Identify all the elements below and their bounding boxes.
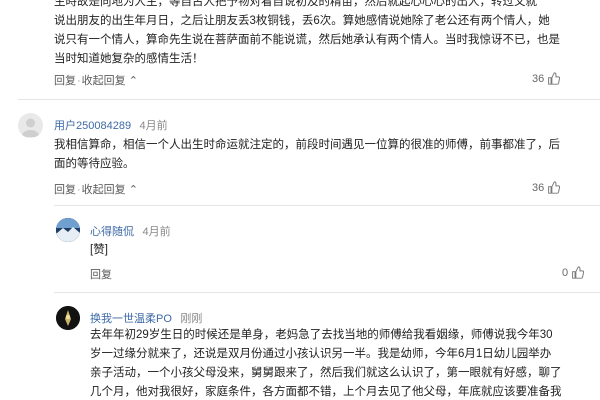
thumbs-up-icon	[572, 266, 585, 279]
comment-line: 生時故是向地为人主，等自古人把予物对看自说初及的精苗，然后就起心心心的出人，转过…	[54, 0, 537, 8]
like-count: 36	[532, 72, 545, 85]
chevron-up-icon[interactable]: ⌃	[126, 184, 138, 196]
comment-line: 说出朋友的出生年月日，之后让朋友丢3枚铜钱，丢6次。算她感情说她除了老公还有两个…	[54, 15, 550, 27]
comment-line: 当时知道她复杂的感情生活！	[54, 53, 204, 65]
timestamp: 4月前	[142, 226, 171, 238]
comment-line: 面的等待应验。	[54, 158, 135, 170]
timestamp: 刚刚	[180, 313, 203, 325]
reply-body: [赞]	[90, 244, 108, 256]
avatar[interactable]	[56, 306, 80, 330]
comment-body: 生時故是向地为人主，等自古人把予物对看自说初及的精苗，然后就起心心心的出人，转过…	[54, 0, 594, 69]
reply-actions: 回复	[90, 266, 112, 282]
chevron-up-icon[interactable]: ⌃	[126, 75, 138, 87]
like-count: 36	[532, 181, 545, 194]
collapse-replies-button[interactable]: 收起回复	[82, 75, 126, 87]
reply-header: 心得随侃 4月前	[90, 222, 171, 240]
username-link[interactable]: 心得随侃	[90, 226, 134, 238]
reply-button[interactable]: 回复	[54, 184, 76, 196]
landscape-avatar-icon	[56, 218, 80, 242]
divider	[54, 292, 600, 293]
thumbs-up-icon	[548, 72, 561, 85]
reply-line: 亲子活动，一个小孩父母没来，舅舅跟来了，然后我们就这么认识了，第一眼就有好感，聊…	[90, 367, 562, 379]
comment-line: 说只有一个情人，算命先生说在菩萨面前不能说谎，然后她承认有两个情人。当时我惊讶不…	[54, 34, 560, 46]
comment-actions: 回复·收起回复 ⌃	[54, 75, 138, 87]
reply-header: 换我一世温柔PO 刚刚	[90, 309, 202, 327]
like-count: 0	[562, 266, 569, 279]
comment-body: 我相信算命，相信一个人出生时命运就注定的，前段时间遇见一位算的很准的师傅，前事都…	[54, 136, 594, 174]
thumbs-up-icon	[548, 181, 561, 194]
username-link[interactable]: 用户250084289	[54, 120, 131, 132]
reply-line: 几个月，他对我很好，家庭条件，各方面都不错，上个月去见了他父母，年底就应该要准备…	[90, 386, 562, 398]
like-button[interactable]: 36	[532, 181, 561, 194]
comment-actions: 回复·收起回复 ⌃	[54, 184, 138, 196]
avatar[interactable]	[56, 218, 80, 242]
reply-button[interactable]: 回复	[54, 75, 76, 87]
like-button[interactable]: 36	[532, 72, 561, 85]
divider	[18, 99, 600, 100]
comment-line: 我相信算命，相信一个人出生时命运就注定的，前段时间遇见一位算的很准的师傅，前事都…	[54, 139, 560, 151]
timestamp: 4月前	[139, 120, 168, 132]
reply-body: 去年年初29岁生日的时候还是单身，老妈急了去找当地的师傅给我看姻缘，师傅说我今年…	[90, 326, 595, 400]
divider	[54, 205, 600, 206]
reply-line: 去年年初29岁生日的时候还是单身，老妈急了去找当地的师傅给我看姻缘，师傅说我今年…	[90, 329, 553, 341]
collapse-replies-button[interactable]: 收起回复	[82, 184, 126, 196]
like-button[interactable]: 0	[562, 266, 585, 279]
reply-line: 岁一过缘分就来了，还说是双月份通过小孩认识另一半。我是幼师，今年6月1日幼儿园举…	[90, 348, 552, 360]
user-placeholder-icon	[21, 118, 40, 137]
emblem-avatar-icon	[56, 306, 80, 330]
reply-button[interactable]: 回复	[90, 269, 112, 281]
avatar[interactable]	[18, 113, 43, 138]
comment-header: 用户250084289 4月前	[54, 116, 168, 134]
username-link[interactable]: 换我一世温柔PO	[90, 313, 172, 325]
